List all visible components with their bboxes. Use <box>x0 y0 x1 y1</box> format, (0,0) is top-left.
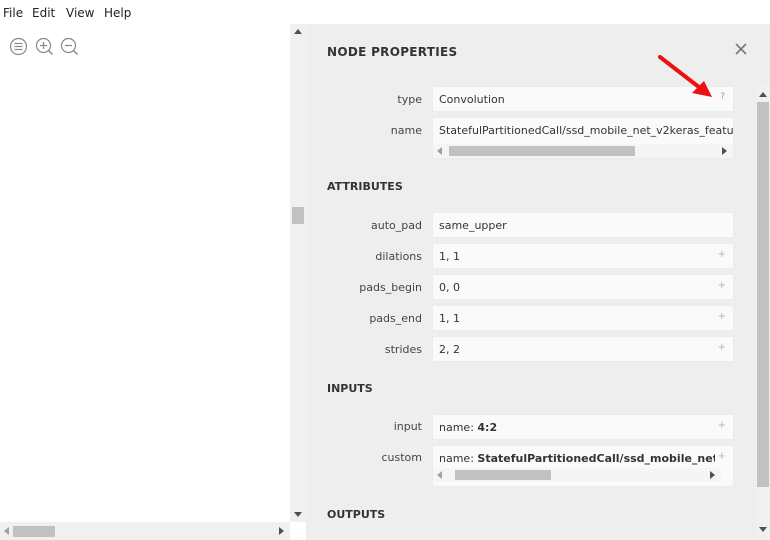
input-field: name: 4:2 + <box>432 414 734 440</box>
zoom-in-icon[interactable] <box>35 37 54 56</box>
input-name-prefix: name: <box>439 421 478 434</box>
input-name-value: 4:2 <box>477 421 498 434</box>
graph-canvas[interactable] <box>0 26 290 540</box>
scroll-down-arrow-icon[interactable] <box>294 512 302 517</box>
input-name-value: StatefulPartitionedCall/ssd_mobile_net_v… <box>477 452 715 465</box>
sidebar-icon[interactable] <box>9 37 28 56</box>
attribute-value: 1, 1 <box>439 312 460 325</box>
attribute-field: same_upper <box>432 212 734 238</box>
expand-icon[interactable]: + <box>718 420 726 431</box>
attribute-field: 1, 1 + <box>432 305 734 331</box>
scroll-right-arrow-icon[interactable] <box>279 527 284 535</box>
input-label: custom <box>381 451 422 464</box>
input-field: name: StatefulPartitionedCall/ssd_mobile… <box>432 445 734 487</box>
attribute-value: same_upper <box>439 219 507 232</box>
name-label: name <box>390 124 422 137</box>
zoom-out-icon[interactable] <box>60 37 79 56</box>
inputs-header: INPUTS <box>327 382 373 395</box>
help-icon[interactable]: ? <box>720 92 725 102</box>
scroll-up-arrow-icon[interactable] <box>759 92 767 97</box>
expand-icon[interactable]: + <box>718 342 726 353</box>
menu-file[interactable]: File <box>3 6 23 20</box>
menu-bar: File Edit View Help <box>0 0 770 26</box>
attribute-label: pads_begin <box>359 281 422 294</box>
scroll-left-arrow-icon[interactable] <box>437 147 442 155</box>
attribute-value: 2, 2 <box>439 343 460 356</box>
scroll-left-arrow-icon[interactable] <box>437 471 442 479</box>
scrollbar-thumb[interactable] <box>13 526 55 537</box>
expand-icon[interactable]: + <box>718 311 726 322</box>
input-name-prefix: name: <box>439 452 478 465</box>
menu-edit[interactable]: Edit <box>32 6 55 20</box>
scroll-up-arrow-icon[interactable] <box>294 29 302 34</box>
attribute-value: 1, 1 <box>439 250 460 263</box>
panel-vertical-scrollbar[interactable] <box>756 84 770 540</box>
input-name: name: 4:2 <box>439 421 497 434</box>
input-horizontal-scrollbar[interactable] <box>433 468 721 482</box>
type-label: type <box>397 93 422 106</box>
scrollbar-thumb[interactable] <box>292 207 304 224</box>
attribute-value: 0, 0 <box>439 281 460 294</box>
menu-view[interactable]: View <box>66 6 94 20</box>
scrollbar-thumb[interactable] <box>449 146 635 156</box>
attribute-label: dilations <box>375 250 422 263</box>
scroll-right-arrow-icon[interactable] <box>710 471 715 479</box>
expand-icon[interactable]: + <box>718 249 726 260</box>
outputs-header: OUTPUTS <box>327 508 386 521</box>
scroll-right-arrow-icon[interactable] <box>722 147 727 155</box>
annotation-arrow-icon <box>658 55 712 97</box>
attributes-header: ATTRIBUTES <box>327 180 403 193</box>
scroll-down-arrow-icon[interactable] <box>759 527 767 532</box>
scroll-left-arrow-icon[interactable] <box>4 527 9 535</box>
attribute-label: auto_pad <box>371 219 422 232</box>
graph-horizontal-scrollbar[interactable] <box>0 522 290 540</box>
name-field: StatefulPartitionedCall/ssd_mobile_net_v… <box>432 117 734 159</box>
graph-vertical-scrollbar[interactable] <box>290 24 306 522</box>
name-horizontal-scrollbar[interactable] <box>433 144 733 158</box>
expand-icon[interactable]: + <box>718 451 726 462</box>
input-label: input <box>393 420 422 433</box>
attribute-label: pads_end <box>369 312 422 325</box>
menu-help[interactable]: Help <box>104 6 131 20</box>
attribute-label: strides <box>384 343 422 356</box>
attribute-field: 1, 1 + <box>432 243 734 269</box>
attribute-field: 2, 2 + <box>432 336 734 362</box>
attribute-field: 0, 0 + <box>432 274 734 300</box>
input-name: name: StatefulPartitionedCall/ssd_mobile… <box>439 452 715 465</box>
scrollbar-thumb[interactable] <box>455 470 551 480</box>
type-value: Convolution <box>439 93 505 106</box>
close-icon[interactable] <box>732 40 750 58</box>
panel-title: NODE PROPERTIES <box>327 45 458 59</box>
expand-icon[interactable]: + <box>718 280 726 291</box>
name-value: StatefulPartitionedCall/ssd_mobile_net_v… <box>439 124 734 137</box>
scrollbar-thumb[interactable] <box>757 102 769 487</box>
